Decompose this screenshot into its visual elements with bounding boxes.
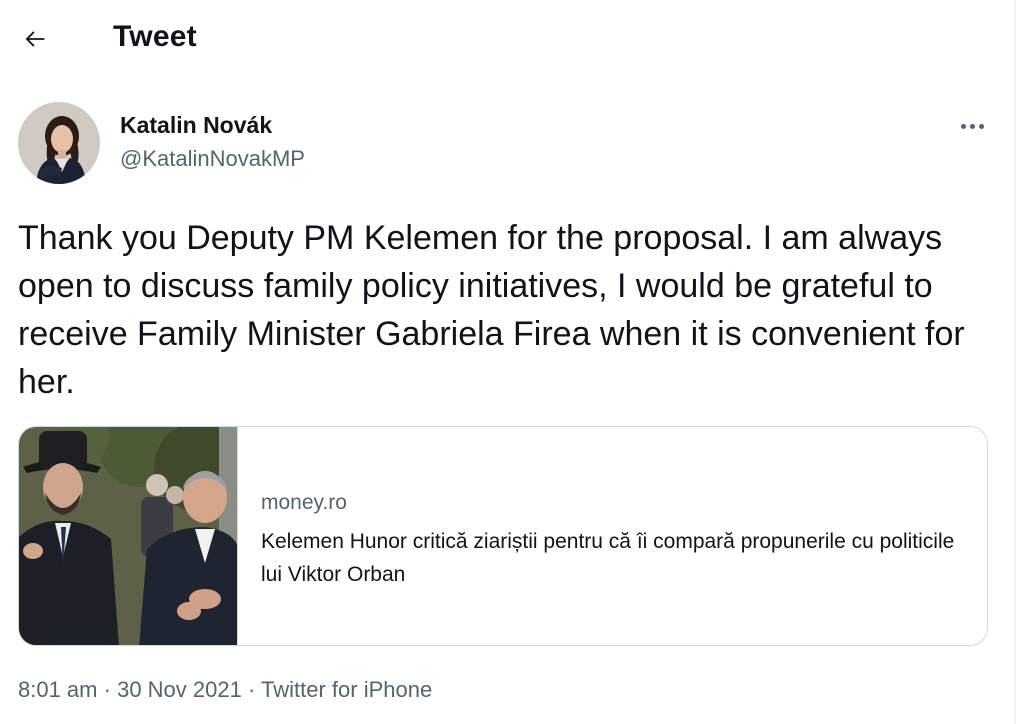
tweet-text: Thank you Deputy PM Kelemen for the prop… (18, 219, 965, 401)
card-thumbnail (19, 427, 238, 645)
author-handle[interactable]: @KatalinNovakMP (120, 146, 305, 172)
avatar[interactable] (18, 102, 100, 184)
more-dots-icon (969, 123, 975, 129)
tweet-date[interactable]: 30 Nov 2021 (117, 677, 242, 702)
avatar-image (18, 102, 100, 184)
page-title: Tweet (113, 20, 197, 53)
back-button[interactable] (14, 18, 56, 60)
more-dots-icon (978, 123, 984, 129)
author-name[interactable]: Katalin Novák (120, 112, 272, 139)
more-dots-icon (960, 123, 966, 129)
tweet-source: Twitter for iPhone (261, 677, 433, 702)
tweet-time[interactable]: 8:01 am (18, 677, 98, 702)
meta-separator: · (103, 677, 111, 702)
more-options-button[interactable] (950, 108, 994, 144)
meta-separator: · (247, 677, 256, 702)
card-title: Kelemen Hunor critică ziariștii pentru c… (261, 530, 955, 586)
link-preview-card[interactable]: money.ro Kelemen Hunor critică ziariștii… (18, 426, 988, 646)
arrow-left-icon (25, 31, 45, 47)
card-photo (19, 427, 237, 645)
column-divider (1014, 0, 1016, 724)
header: Tweet (0, 0, 1014, 78)
tweet-page: Tweet Katalin Novák @KatalinNovakMP Than… (0, 0, 1024, 724)
card-domain: money.ro (261, 491, 347, 514)
tweet-meta: 8:01 am · 30 Nov 2021 · Twitter for iPho… (18, 677, 432, 703)
